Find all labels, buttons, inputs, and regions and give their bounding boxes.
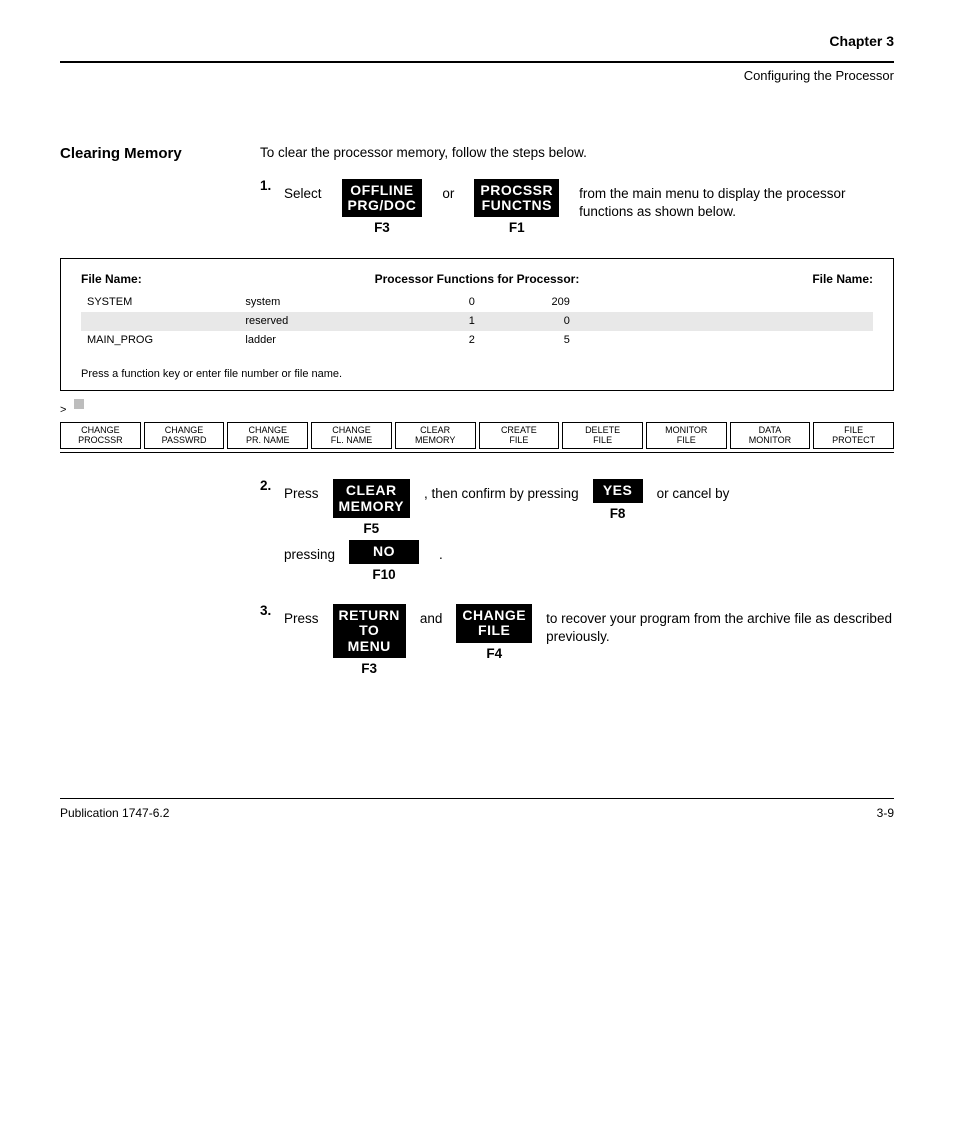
section-title: Clearing Memory — [60, 144, 260, 164]
cursor-icon — [74, 399, 84, 409]
step2-period: . — [439, 540, 443, 564]
yes-key[interactable]: YES F8 — [593, 479, 643, 523]
footer-publication: Publication 1747-6.2 — [60, 805, 169, 821]
table-row: reserved 1 0 — [81, 312, 873, 331]
fn-file-protect[interactable]: FILEPROTECT — [813, 422, 894, 449]
fn-change-pr-name[interactable]: CHANGEPR. NAME — [227, 422, 308, 449]
return-to-menu-key[interactable]: RETURNTO MENU F3 — [333, 604, 406, 678]
step3-and: and — [420, 604, 443, 628]
step2-yes-suffix: or cancel by — [657, 479, 730, 503]
screen-prompt: Press a function key or enter file numbe… — [81, 367, 873, 382]
procssr-functns-key[interactable]: PROCSSRFUNCTNS F1 — [474, 179, 559, 238]
function-key-bar: CHANGEPROCSSR CHANGEPASSWRD CHANGEPR. NA… — [60, 422, 894, 449]
step1-or: or — [442, 179, 454, 203]
step-number: 1. — [260, 177, 284, 195]
fn-change-fl-name[interactable]: CHANGEFL. NAME — [311, 422, 392, 449]
screen-left-head: File Name: — [81, 271, 142, 287]
no-key[interactable]: NO F10 — [349, 540, 419, 584]
step2-pressing: pressing — [284, 540, 335, 564]
screen-center-head: Processor Functions for Processor: — [142, 271, 813, 287]
fn-change-procssr[interactable]: CHANGEPROCSSR — [60, 422, 141, 449]
chapter-number: Chapter 3 — [60, 32, 894, 51]
offline-prg-doc-key[interactable]: OFFLINEPRG/DOC F3 — [342, 179, 423, 238]
change-file-key[interactable]: CHANGEFILE F4 — [456, 604, 532, 663]
step-number: 3. — [260, 602, 284, 620]
table-row: SYSTEM system 0 209 — [81, 293, 873, 312]
clear-memory-key[interactable]: CLEARMEMORY F5 — [333, 479, 410, 538]
step-number: 2. — [260, 477, 284, 495]
fn-delete-file[interactable]: DELETEFILE — [562, 422, 643, 449]
step3-suffix: to recover your program from the archive… — [546, 604, 894, 646]
screen-right-head: File Name: — [812, 271, 873, 287]
step1-suffix: from the main menu to display the proces… — [579, 179, 894, 221]
section-intro: To clear the processor memory, follow th… — [260, 144, 894, 162]
chapter-title: Configuring the Processor — [60, 67, 894, 85]
fn-change-passwrd[interactable]: CHANGEPASSWRD — [144, 422, 225, 449]
step2-press: Press — [284, 479, 319, 503]
table-row: MAIN_PROG ladder 2 5 — [81, 331, 873, 350]
step3-press: Press — [284, 604, 319, 628]
footer-page-number: 3-9 — [877, 805, 894, 821]
cursor-prompt: > — [60, 404, 66, 416]
fn-data-monitor[interactable]: DATAMONITOR — [730, 422, 811, 449]
processor-functions-screen: File Name: Processor Functions for Proce… — [60, 258, 894, 392]
fn-clear-memory[interactable]: CLEARMEMORY — [395, 422, 476, 449]
step2-suffix: , then confirm by pressing — [424, 479, 579, 503]
fn-monitor-file[interactable]: MONITORFILE — [646, 422, 727, 449]
fn-create-file[interactable]: CREATEFILE — [479, 422, 560, 449]
step1-prefix: Select — [284, 179, 322, 203]
